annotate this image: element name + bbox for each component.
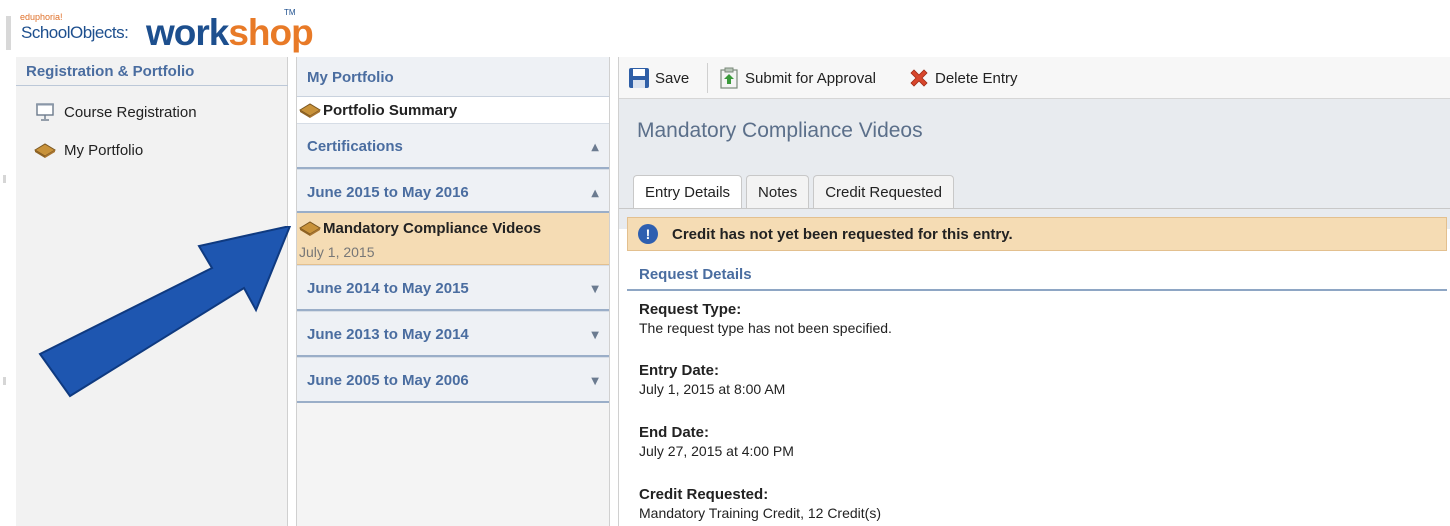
field-label: Entry Date:	[639, 362, 720, 379]
portfolio-icon	[299, 219, 323, 237]
notice-text: Credit has not yet been requested for th…	[672, 225, 1013, 243]
left-edge	[0, 57, 10, 526]
group-label: June 2014 to May 2015	[307, 280, 469, 297]
nav-item-course-registration[interactable]: Course Registration	[34, 100, 197, 124]
nav-item-label: Course Registration	[64, 103, 197, 121]
save-button[interactable]: Save	[627, 66, 689, 90]
field-value: July 1, 2015 at 8:00 AM	[639, 381, 786, 397]
entry-detail-panel: Save Submit for Approval Delete Entry Ma…	[618, 57, 1450, 526]
delete-label: Delete Entry	[935, 69, 1018, 87]
save-icon	[627, 66, 651, 90]
pointer-arrow-icon	[38, 226, 292, 398]
portfolio-entry-selected[interactable]: Mandatory Compliance Videos July 1, 2015	[297, 213, 609, 265]
group-year[interactable]: June 2015 to May 2016 ▲	[297, 169, 609, 213]
presentation-icon	[34, 102, 56, 122]
portfolio-icon	[34, 140, 56, 160]
credit-notice: ! Credit has not yet been requested for …	[627, 217, 1447, 251]
group-year[interactable]: June 2005 to May 2006 ▼	[297, 357, 609, 403]
save-label: Save	[655, 69, 690, 87]
tab-bar: Entry Details Notes Credit Requested	[633, 175, 958, 209]
tab-underline	[619, 208, 1450, 209]
field-value: The request type has not been specified.	[639, 320, 892, 336]
logo-brand: eduphoria!	[20, 12, 63, 22]
portfolio-summary-label: Portfolio Summary	[323, 101, 458, 119]
group-label: June 2015 to May 2016	[307, 184, 469, 201]
section-title: Request Details	[639, 266, 752, 283]
tab-credit-requested[interactable]: Credit Requested	[813, 175, 954, 209]
field-value: Mandatory Training Credit, 12 Credit(s)	[639, 505, 881, 521]
header-edge	[6, 16, 11, 50]
group-year[interactable]: June 2014 to May 2015 ▼	[297, 265, 609, 311]
field-end-date: End Date: July 27, 2015 at 4:00 PM	[639, 424, 794, 460]
portfolio-icon	[299, 101, 323, 119]
toolbar: Save Submit for Approval Delete Entry	[619, 57, 1450, 99]
field-request-type: Request Type: The request type has not b…	[639, 301, 892, 337]
chevron-up-icon: ▲	[591, 188, 599, 199]
nav-item-my-portfolio[interactable]: My Portfolio	[34, 138, 143, 162]
nav-divider	[16, 85, 288, 86]
entry-title-row: Mandatory Compliance Videos	[299, 219, 541, 237]
submit-label: Submit for Approval	[745, 69, 876, 87]
group-label: June 2005 to May 2006	[307, 372, 469, 389]
request-details-header: Request Details	[627, 263, 1447, 291]
tab-entry-details[interactable]: Entry Details	[633, 175, 743, 209]
delete-entry-button[interactable]: Delete Entry	[907, 66, 1018, 90]
logo-product: SchoolObjects:	[21, 23, 129, 42]
header: eduphoria! SchoolObjects: workshop TM	[0, 0, 1450, 56]
group-year[interactable]: June 2013 to May 2014 ▼	[297, 311, 609, 357]
submit-for-approval-button[interactable]: Submit for Approval	[717, 66, 876, 90]
nav-section-title: Registration & Portfolio	[26, 63, 195, 80]
field-credit-requested: Credit Requested: Mandatory Training Cre…	[639, 486, 881, 522]
entry-title-bar: Mandatory Compliance Videos	[619, 99, 1450, 229]
portfolio-summary-item[interactable]: Portfolio Summary	[297, 97, 609, 123]
edge-mark	[3, 175, 6, 183]
field-label: Credit Requested:	[639, 486, 769, 503]
group-label: Certifications	[307, 138, 403, 155]
tab-notes[interactable]: Notes	[746, 175, 810, 209]
chevron-down-icon: ▼	[591, 284, 599, 295]
portfolio-panel: My Portfolio Portfolio Summary Certifica…	[296, 57, 610, 526]
edge-mark	[3, 377, 6, 385]
chevron-down-icon: ▼	[591, 376, 599, 387]
entry-date: July 1, 2015	[299, 244, 375, 260]
chevron-up-icon: ▲	[591, 142, 599, 153]
toolbar-divider	[707, 63, 708, 93]
logo-workshop: workshop	[146, 12, 314, 53]
field-label: End Date:	[639, 424, 710, 441]
field-entry-date: Entry Date: July 1, 2015 at 8:00 AM	[639, 362, 785, 398]
clipboard-submit-icon	[717, 66, 741, 90]
delete-x-icon	[907, 66, 931, 90]
group-certifications[interactable]: Certifications ▲	[297, 123, 609, 169]
logo-trademark: TM	[284, 8, 296, 17]
page-title: Mandatory Compliance Videos	[637, 119, 923, 142]
nav-item-label: My Portfolio	[64, 141, 144, 159]
chevron-down-icon: ▼	[591, 330, 599, 341]
portfolio-title: My Portfolio	[307, 69, 394, 86]
field-value: July 27, 2015 at 4:00 PM	[639, 443, 794, 459]
info-icon: !	[638, 224, 658, 244]
app-window: eduphoria! SchoolObjects: workshop TM Re…	[0, 0, 1450, 526]
group-label: June 2013 to May 2014	[307, 326, 469, 343]
field-label: Request Type:	[639, 301, 742, 318]
entry-title: Mandatory Compliance Videos	[323, 219, 542, 237]
portfolio-header: My Portfolio	[297, 57, 609, 97]
